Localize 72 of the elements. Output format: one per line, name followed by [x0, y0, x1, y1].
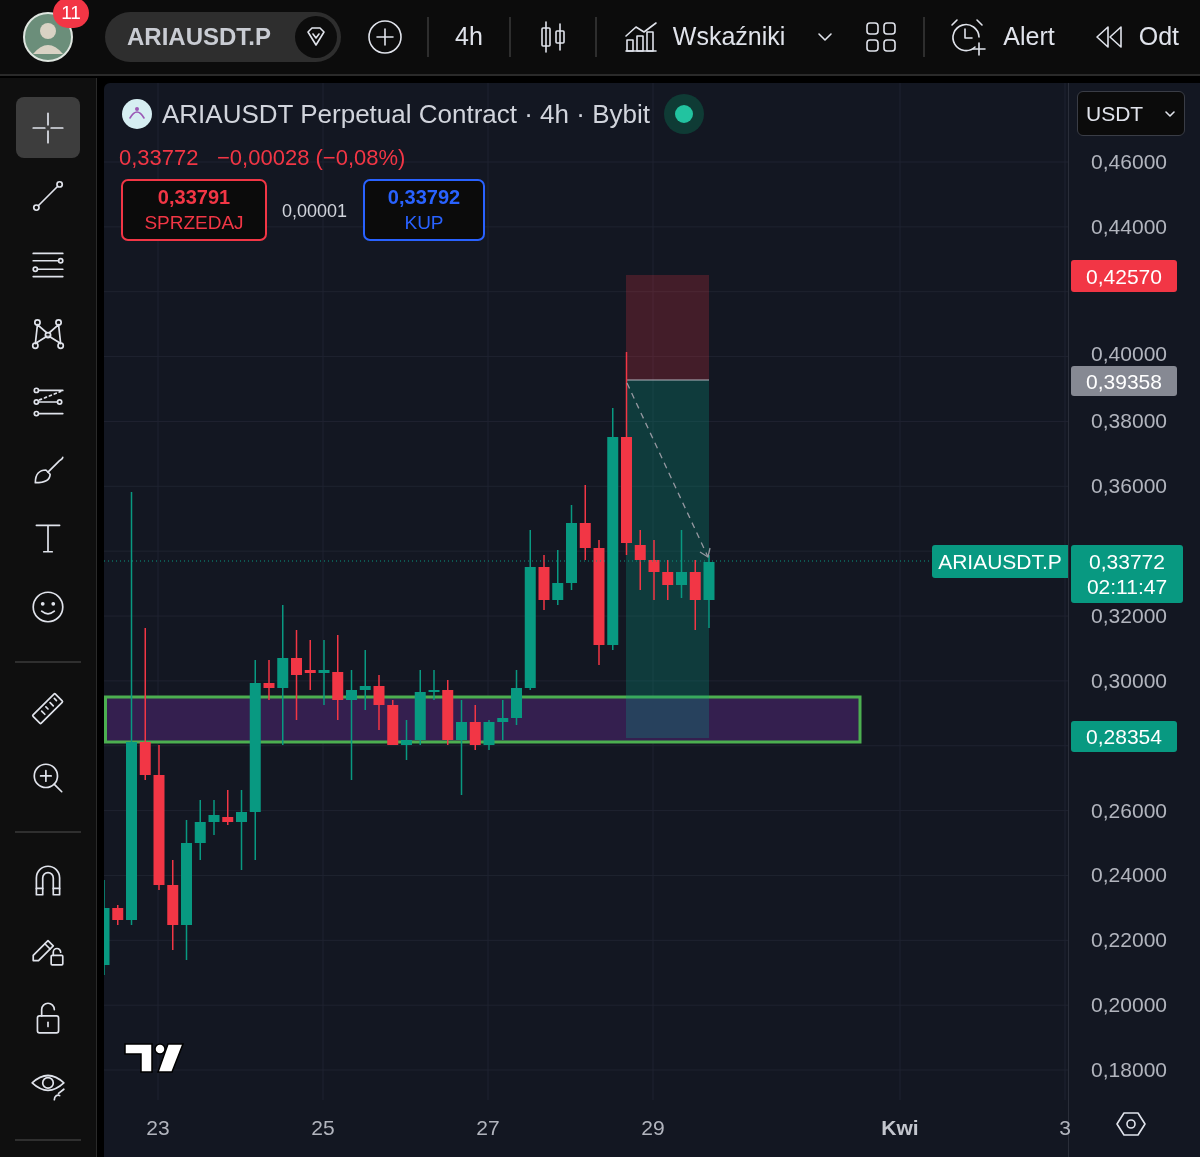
- spread-value: 0,00001: [282, 200, 348, 223]
- interval-button[interactable]: 4h: [455, 18, 483, 56]
- candlestick-icon: [538, 19, 567, 55]
- market-status-indicator: [663, 94, 704, 134]
- candle: [634, 529, 646, 591]
- coin-icon: [121, 98, 153, 130]
- candle: [648, 539, 660, 601]
- chart-title: ARIAUSDT Perpetual Contract · 4h · Bybit: [162, 97, 650, 131]
- candle: [676, 529, 687, 599]
- symbol-price-label: ARIAUSDT.P: [932, 545, 1068, 578]
- candle: [401, 719, 412, 761]
- chevron-down-icon: [1164, 109, 1176, 118]
- candle: [497, 699, 509, 741]
- candle: [552, 549, 564, 606]
- candle: [112, 904, 124, 926]
- price-change: −0,00028 (−0,08%): [217, 144, 406, 172]
- candle: [194, 799, 206, 861]
- settings-icon: [1116, 1109, 1146, 1139]
- candle: [469, 704, 481, 751]
- candle: [483, 719, 495, 751]
- price-tick-label: 0,26000: [1090, 798, 1167, 823]
- currency-dropdown[interactable]: USDT: [1077, 91, 1185, 136]
- price-tick-label: 0,24000: [1090, 863, 1167, 888]
- price-tick-label: 0,36000: [1090, 474, 1167, 499]
- price-tick-label: 0,38000: [1090, 409, 1167, 434]
- notification-badge: 11: [53, 0, 89, 28]
- indicators-button[interactable]: Wskaźniki: [622, 18, 786, 56]
- time-axis-label: 29: [640, 1115, 666, 1141]
- candle: [263, 659, 275, 701]
- add-symbol-button[interactable]: [365, 17, 405, 57]
- time-axis-label: Kwi: [880, 1115, 920, 1141]
- candle: [387, 699, 399, 746]
- price-tick-label: 0,44000: [1090, 214, 1167, 239]
- price-tick-label: 0,40000: [1090, 341, 1167, 366]
- price-label: 0,33772 02:11:47: [1071, 545, 1183, 603]
- plus-circle-icon: [366, 18, 404, 56]
- price-tick-label: 0,22000: [1090, 928, 1167, 953]
- price-label: 0,28354: [1071, 721, 1177, 752]
- candle: [662, 559, 674, 601]
- candle: [689, 559, 701, 631]
- candle: [373, 674, 385, 731]
- candle: [511, 669, 522, 726]
- logo: [124, 1043, 185, 1073]
- price-tick-label: 0,18000: [1090, 1058, 1167, 1083]
- tool-button[interactable]: [16, 97, 80, 159]
- time-axis-label: 27: [475, 1115, 501, 1141]
- candle: [538, 554, 550, 611]
- price-tick-label: 0,20000: [1090, 993, 1167, 1018]
- chart-icon: [622, 20, 659, 54]
- candle: [359, 649, 371, 711]
- chevron-down-icon: [816, 31, 835, 43]
- price-label: 0,39358: [1071, 366, 1177, 396]
- candle: [428, 669, 440, 701]
- sell-button[interactable]: 0,33791 SPRZEDAJ: [121, 179, 267, 241]
- price-tick-label: 0,32000: [1090, 604, 1167, 628]
- buy-button[interactable]: 0,33792 KUP: [363, 179, 485, 241]
- time-axis-label: 25: [310, 1115, 336, 1141]
- replay-button[interactable]: Odt: [1092, 18, 1180, 56]
- alert-button[interactable]: Alert: [947, 17, 1055, 57]
- candle: [222, 789, 234, 826]
- price-label: 0,42570: [1071, 260, 1177, 292]
- time-axis-label: 23: [145, 1115, 171, 1141]
- price-tick-label: 0,30000: [1090, 668, 1167, 693]
- last-price: 0,33772: [119, 144, 199, 172]
- grid-icon: [864, 20, 899, 54]
- symbol-selector[interactable]: ARIAUSDT.P: [105, 12, 341, 62]
- candle: [318, 639, 330, 706]
- time-axis-label: 3: [1058, 1115, 1072, 1141]
- candle: [442, 679, 454, 746]
- candle: [304, 639, 316, 691]
- candle: [208, 799, 220, 836]
- price-tick-label: 0,46000: [1090, 150, 1167, 174]
